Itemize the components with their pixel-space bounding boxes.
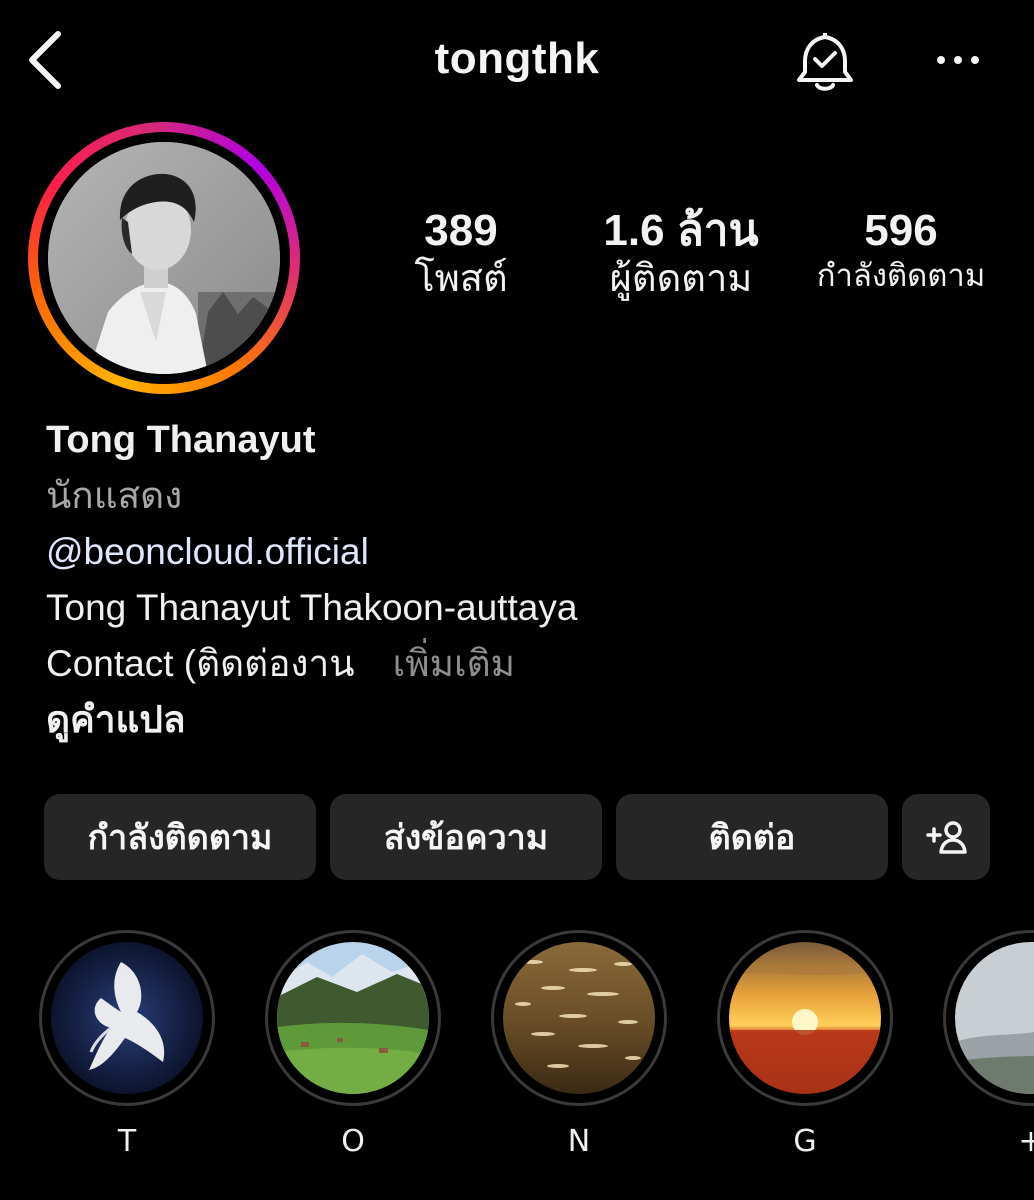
notifications-bell-button[interactable] bbox=[792, 28, 858, 94]
profile-page: tongthk 389 โพสต์ 1.6 ล้าน ผู้ติดตาม 596… bbox=[0, 0, 1034, 1200]
highlight-item[interactable]: N bbox=[491, 930, 667, 1159]
see-translation-link[interactable]: ดูคำแปล bbox=[46, 692, 1006, 748]
bio-text-contact: Contact (ติดต่องาน bbox=[46, 643, 355, 684]
top-bar: tongthk bbox=[0, 0, 1034, 125]
followers-count: 1.6 ล้าน bbox=[603, 206, 759, 255]
profile-bio: Tong Thanayut นักแสดง @beoncloud.officia… bbox=[46, 412, 1006, 748]
highlight-cover bbox=[503, 942, 655, 1094]
bio-text-line-truncated: Contact (ติดต่องาน เพิ่มเติม bbox=[46, 636, 1006, 692]
suggested-accounts-button[interactable] bbox=[902, 794, 990, 880]
followers-stat[interactable]: 1.6 ล้าน ผู้ติดตาม bbox=[584, 206, 778, 300]
highlight-label: T bbox=[117, 1124, 137, 1159]
sunset-image bbox=[729, 942, 881, 1094]
highlight-cover bbox=[51, 942, 203, 1094]
highlight-item[interactable]: + bbox=[943, 930, 1034, 1159]
mentioned-account-link[interactable]: @beoncloud.official bbox=[46, 524, 1006, 580]
followers-label: ผู้ติดตาม bbox=[609, 257, 753, 300]
profile-photo bbox=[48, 142, 280, 374]
highlight-cover bbox=[729, 942, 881, 1094]
story-ring[interactable] bbox=[28, 122, 300, 394]
highlight-cover bbox=[955, 942, 1034, 1094]
following-button[interactable]: กำลังติดตาม bbox=[44, 794, 316, 880]
posts-label: โพสต์ bbox=[414, 257, 508, 300]
highlight-label: N bbox=[567, 1124, 591, 1159]
highlight-item[interactable]: O bbox=[265, 930, 441, 1159]
bio-more-link[interactable]: เพิ่มเติม bbox=[393, 643, 516, 684]
profile-category: นักแสดง bbox=[46, 475, 183, 516]
betta-fish-image bbox=[51, 942, 203, 1094]
highlight-item[interactable]: T bbox=[39, 930, 215, 1159]
highlight-cover bbox=[277, 942, 429, 1094]
highlight-label: G bbox=[793, 1124, 817, 1159]
bell-check-icon bbox=[797, 33, 853, 91]
contact-button[interactable]: ติดต่อ bbox=[616, 794, 888, 880]
more-options-button[interactable] bbox=[928, 40, 988, 80]
sparkling-water-image bbox=[503, 942, 655, 1094]
highlight-label: O bbox=[341, 1124, 365, 1159]
following-count: 596 bbox=[864, 206, 938, 255]
following-stat[interactable]: 596 กำลังติดตาม bbox=[796, 206, 1006, 293]
profile-username-title: tongthk bbox=[434, 34, 600, 83]
posts-stat[interactable]: 389 โพสต์ bbox=[392, 206, 530, 300]
avatar bbox=[48, 142, 280, 374]
highlight-item[interactable]: G bbox=[717, 930, 893, 1159]
bio-text-line: Tong Thanayut Thakoon-auttaya bbox=[46, 587, 578, 628]
hazy-landscape-image bbox=[955, 942, 1034, 1094]
posts-count: 389 bbox=[424, 206, 498, 255]
message-button[interactable]: ส่งข้อความ bbox=[330, 794, 602, 880]
display-name: Tong Thanayut bbox=[46, 419, 316, 461]
mountain-valley-image bbox=[277, 942, 429, 1094]
highlight-label: + bbox=[1018, 1124, 1034, 1159]
following-label: กำลังติดตาม bbox=[816, 257, 986, 293]
more-horizontal-icon bbox=[937, 56, 979, 64]
add-person-icon bbox=[926, 821, 967, 854]
